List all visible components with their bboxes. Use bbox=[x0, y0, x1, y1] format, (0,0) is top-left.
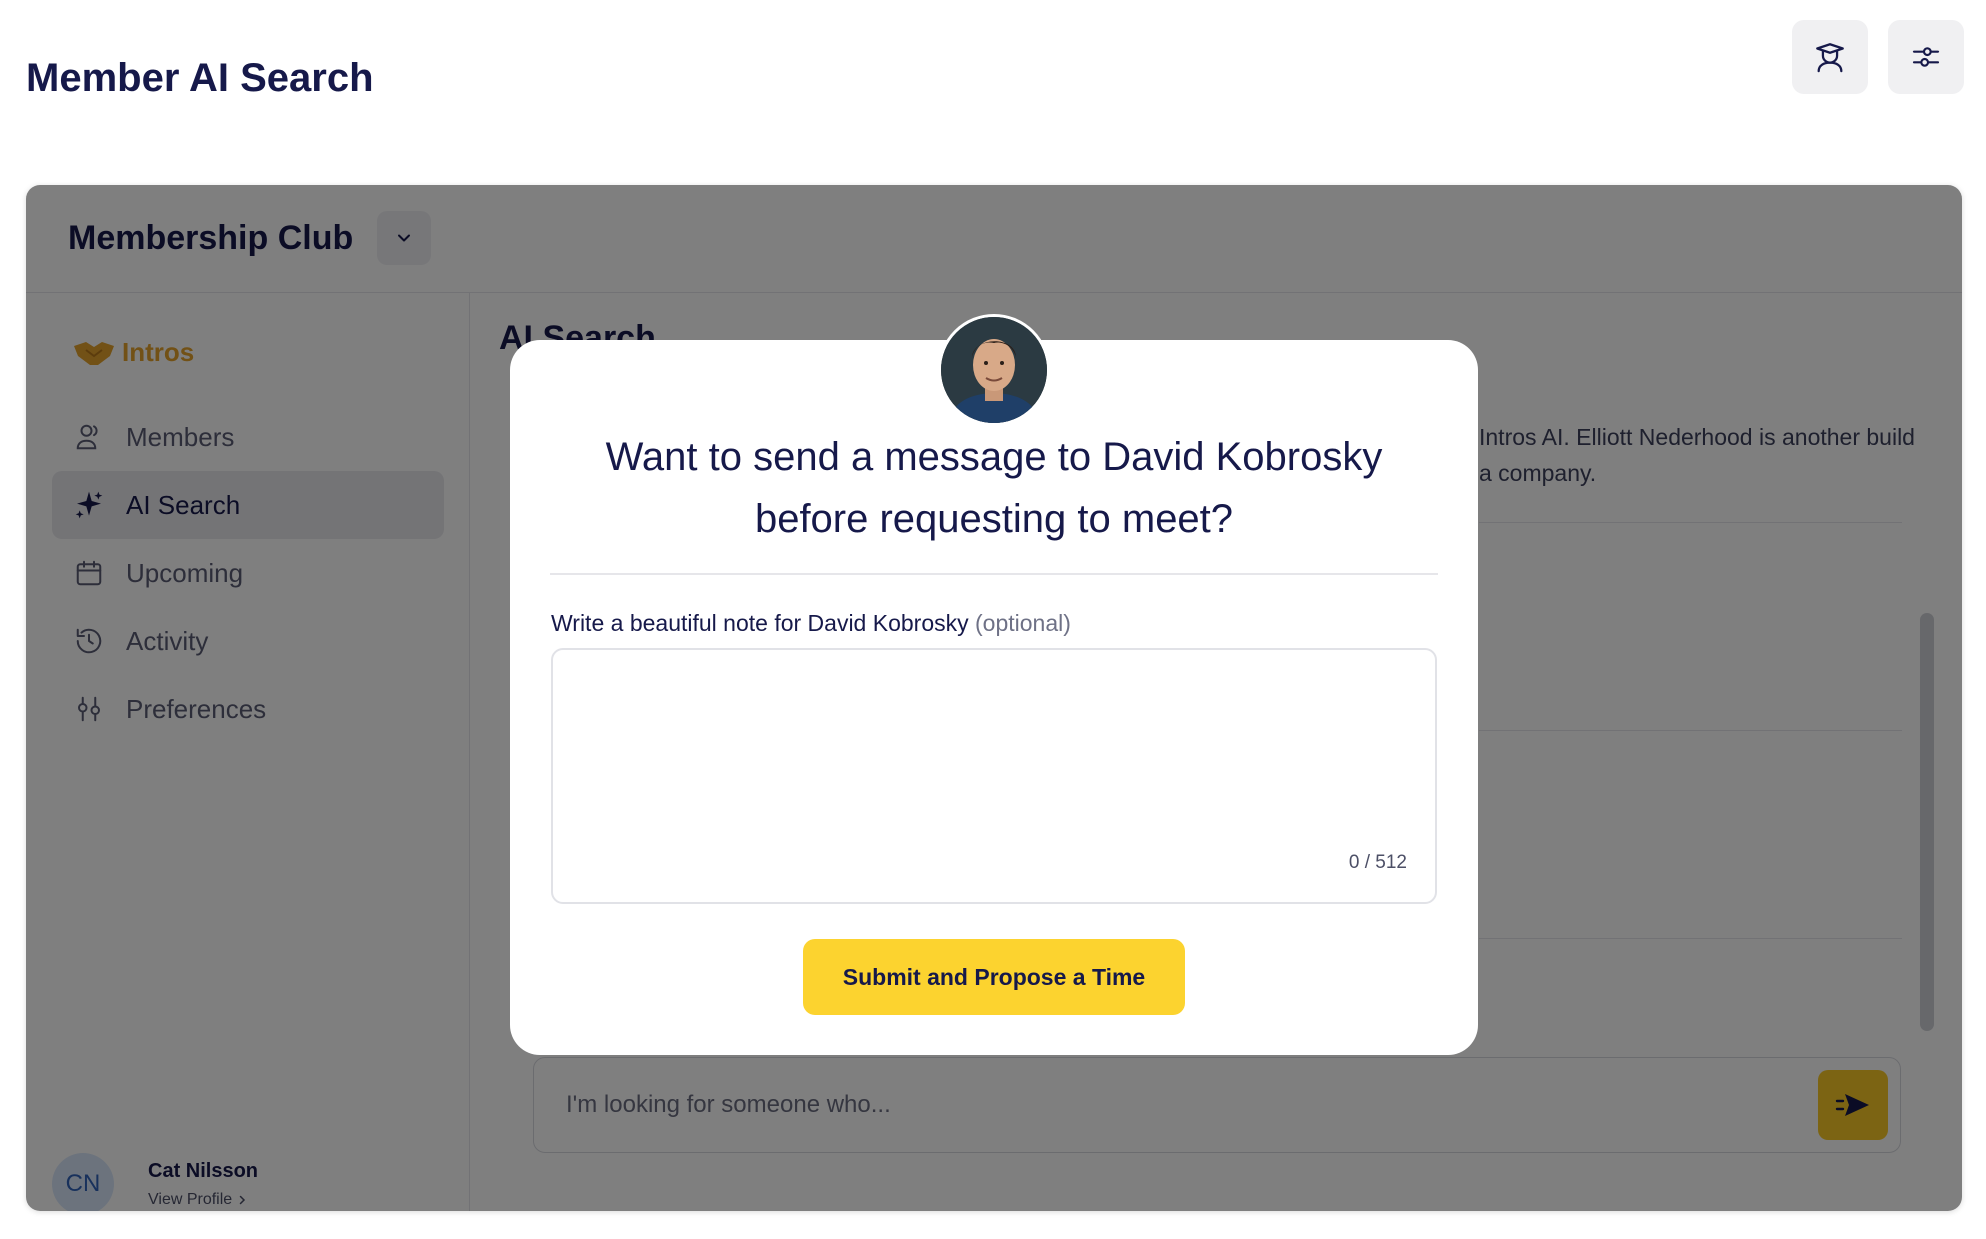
char-counter: 0 / 512 bbox=[1348, 852, 1407, 873]
divider bbox=[550, 573, 1438, 575]
person-photo-icon bbox=[941, 317, 1047, 423]
page-title: Member AI Search bbox=[26, 56, 374, 100]
recipient-avatar bbox=[938, 314, 1050, 426]
message-modal: Want to send a message to David Kobrosky… bbox=[510, 314, 1478, 1055]
note-label: Write a beautiful note for David Kobrosk… bbox=[551, 610, 1071, 636]
optional-label: (optional) bbox=[975, 610, 1071, 636]
learn-button[interactable] bbox=[1792, 20, 1868, 94]
note-field-wrapper: 0 / 512 bbox=[551, 648, 1437, 904]
note-textarea[interactable] bbox=[553, 650, 1435, 902]
modal-title: Want to send a message to David Kobrosky… bbox=[605, 435, 1383, 541]
sliders-icon bbox=[1912, 47, 1940, 67]
submit-propose-time-button[interactable]: Submit and Propose a Time bbox=[803, 939, 1185, 1015]
filters-button[interactable] bbox=[1888, 20, 1964, 94]
graduation-person-icon bbox=[1816, 43, 1844, 73]
